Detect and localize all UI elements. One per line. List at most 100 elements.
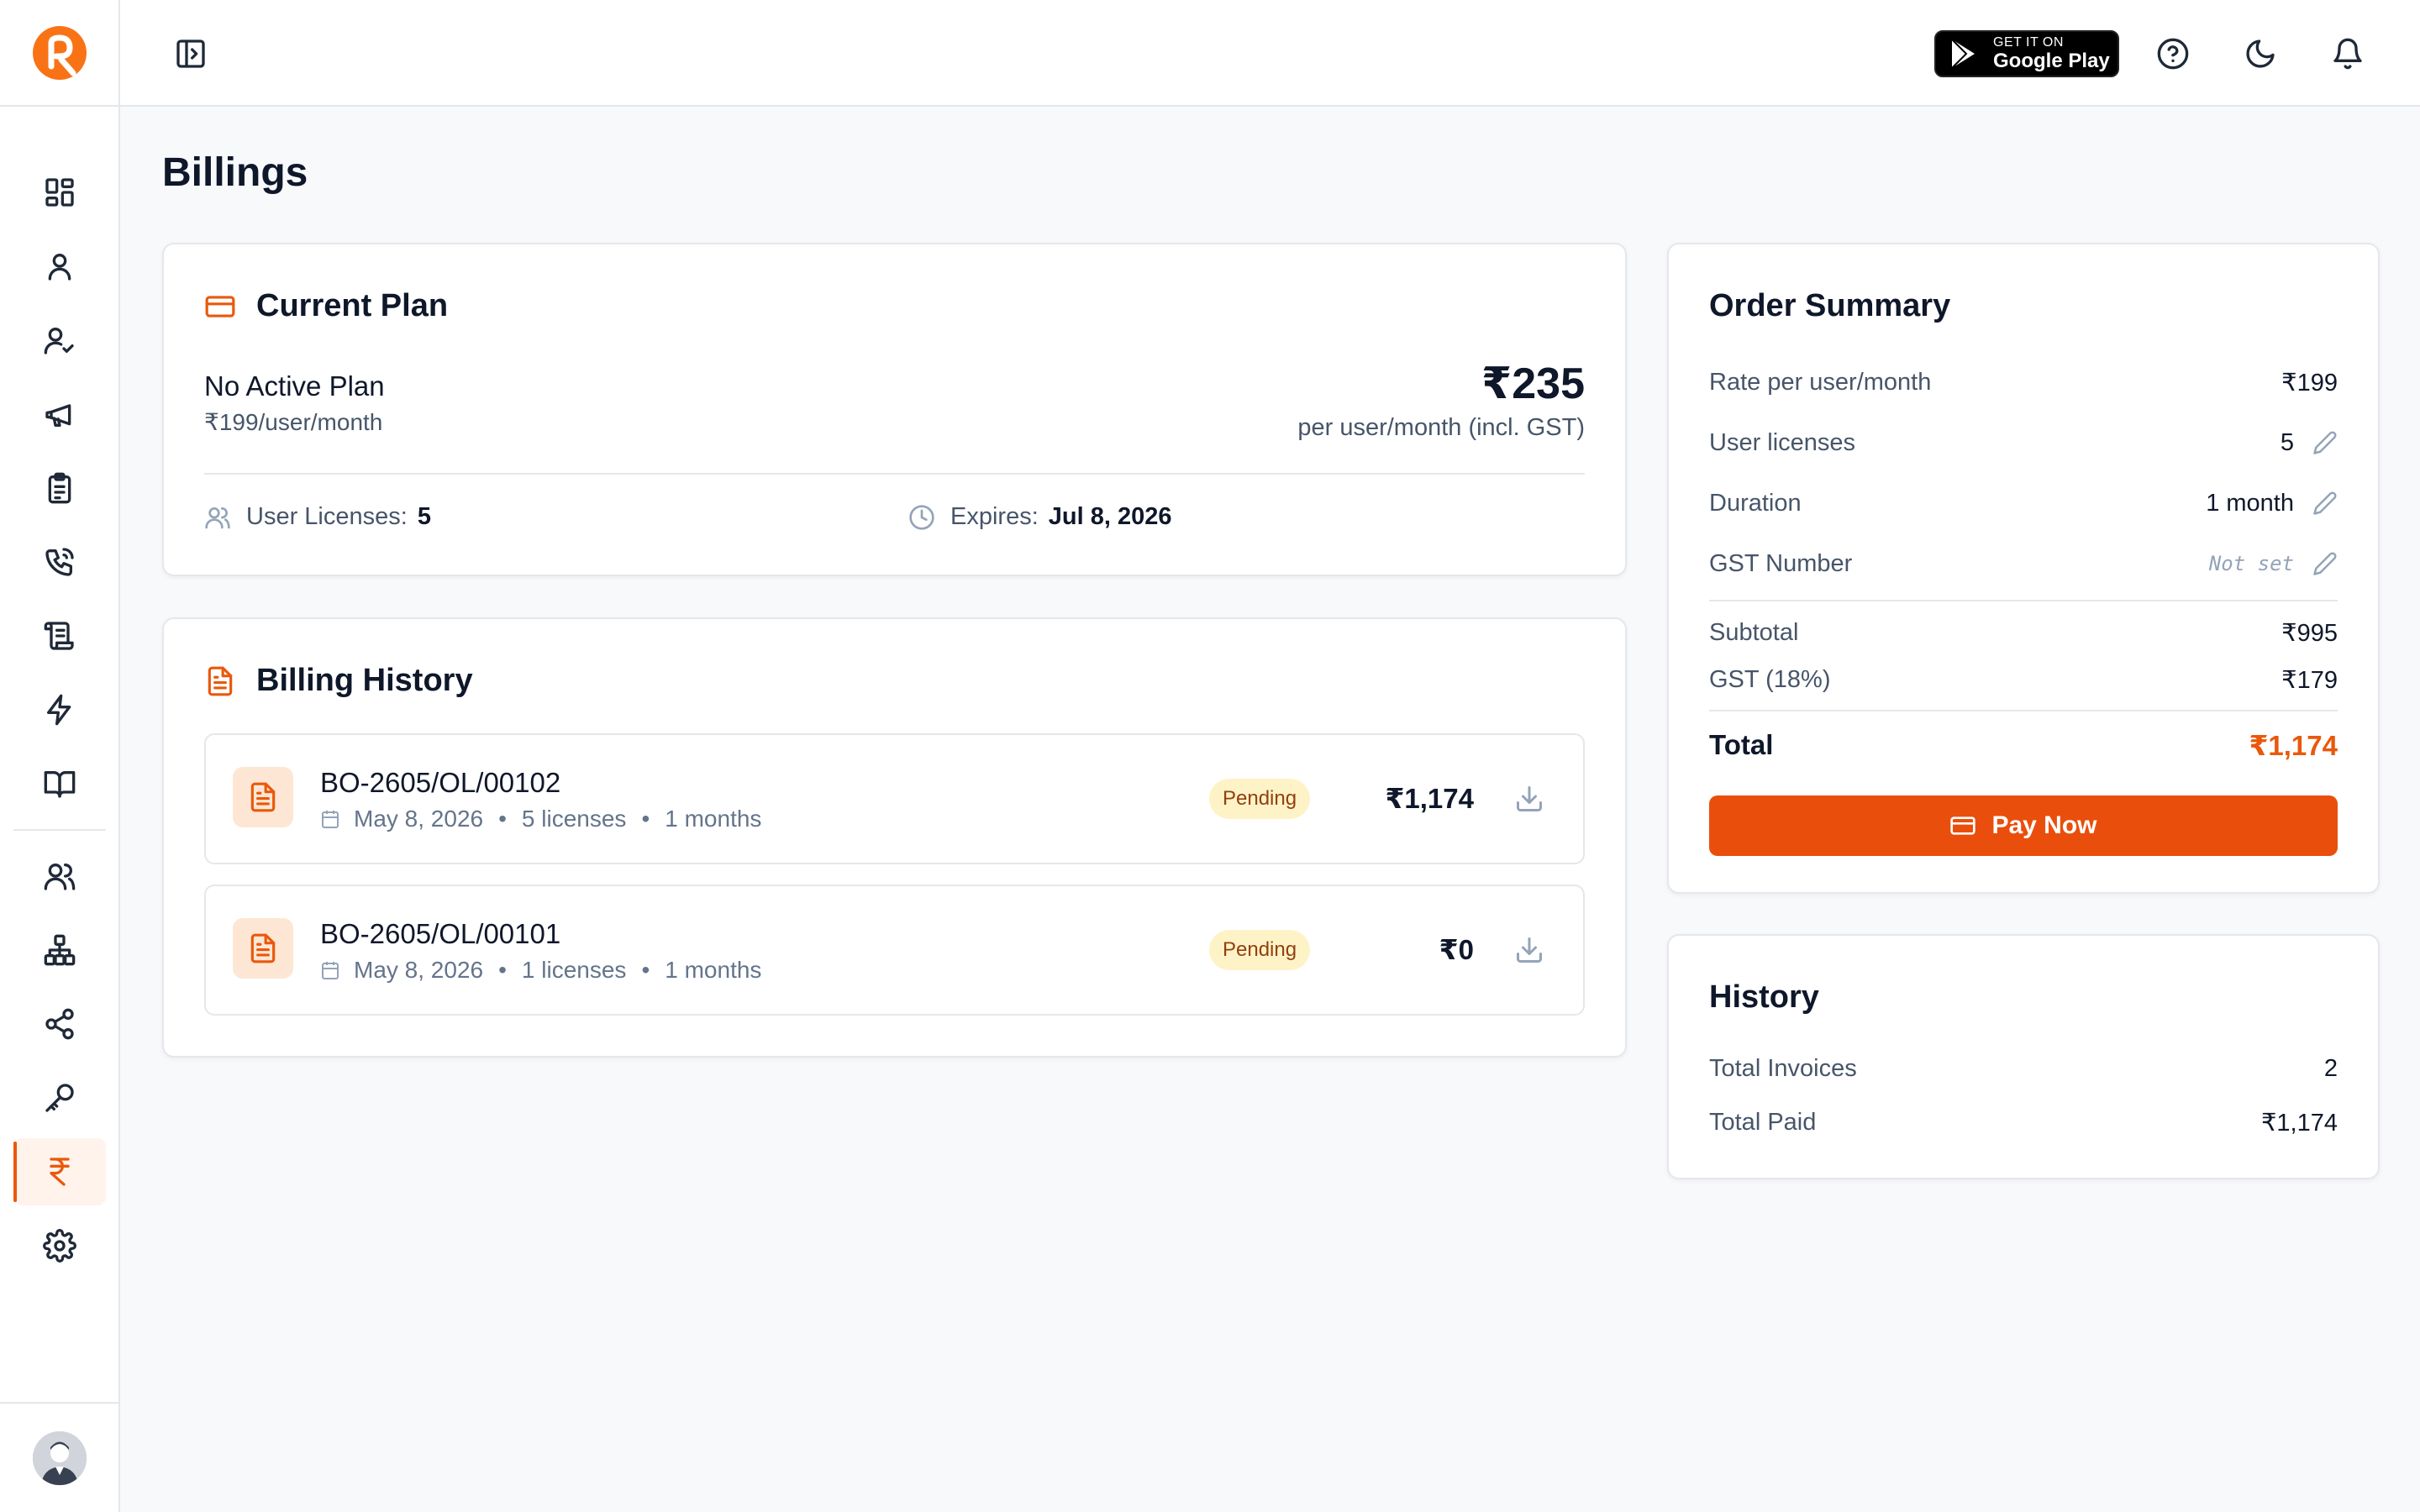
plan-price-note: per user/month (incl. GST) (1297, 414, 1585, 441)
sidebar-item-announcements[interactable] (13, 381, 106, 448)
invoice-icon-box (233, 767, 293, 827)
plan-divider (204, 473, 1585, 475)
billing-history-card: Billing History BO-2605/OL/00102 May 8, … (162, 617, 1627, 1058)
phone-call-icon (45, 548, 74, 576)
invoice-id: BO-2605/OL/00102 (320, 767, 561, 798)
invoice-licenses: 1 licenses (521, 957, 627, 983)
invoice-amount: ₹1,174 (1385, 783, 1474, 814)
total-paid-label: Total Paid (1709, 1108, 1817, 1136)
status-badge: Pending (1209, 779, 1311, 819)
plan-licenses-label: User Licenses: (246, 503, 408, 530)
sidebar-item-calls[interactable] (13, 528, 106, 596)
total-invoices-row: Total Invoices 2 (1709, 1050, 2338, 1087)
sidebar-item-guides[interactable] (13, 750, 106, 817)
plan-licenses: User Licenses: 5 (204, 503, 431, 531)
calendar-icon (322, 811, 339, 828)
invoice-row[interactable]: BO-2605/OL/00101 May 8, 2026 • 1 license… (204, 885, 1585, 1016)
plan-name: No Active Plan (204, 370, 385, 402)
edit-duration-icon[interactable] (2312, 491, 2338, 516)
billing-history-header: Billing History (204, 663, 473, 699)
summary-divider (1709, 710, 2338, 711)
credit-card-icon (1950, 816, 1976, 835)
users-icon (205, 507, 230, 528)
rate-value: ₹199 (2281, 369, 2338, 396)
billing-history-title: Billing History (256, 663, 473, 698)
sidebar-footer (0, 1402, 118, 1512)
total-row: Total ₹1,174 (1709, 727, 2338, 764)
sidebar-item-api-keys[interactable] (13, 1064, 106, 1131)
licenses-value: 5 (2280, 428, 2294, 456)
separator-dot: • (498, 806, 507, 832)
sidebar-toggle-button[interactable] (174, 37, 208, 71)
top-bar: GET IT ON Google Play (120, 0, 2420, 107)
plan-expires-label: Expires: (950, 503, 1039, 530)
sidebar-item-dashboard[interactable] (13, 159, 106, 226)
file-text-icon (208, 666, 233, 696)
edit-gst-icon[interactable] (2312, 551, 2338, 576)
current-plan-title: Current Plan (256, 288, 449, 323)
download-invoice-button[interactable] (1514, 935, 1544, 965)
invoice-date: May 8, 2026 (354, 806, 484, 832)
sidebar-item-settings[interactable] (13, 1212, 106, 1279)
sidebar-item-team[interactable] (13, 843, 106, 910)
sidebar-item-profile[interactable] (13, 233, 106, 300)
moon-icon (2246, 39, 2275, 68)
pay-now-label: Pay Now (1991, 811, 2097, 839)
sidebar-item-tasks[interactable] (13, 454, 106, 522)
sidebar-item-automations[interactable] (13, 676, 106, 743)
download-invoice-button[interactable] (1514, 784, 1544, 814)
duration-row: Duration 1 month (1709, 485, 2338, 522)
invoice-amount: ₹0 (1439, 934, 1474, 965)
users-icon (44, 864, 76, 890)
clock-icon (909, 504, 934, 530)
sidebar-item-integrations[interactable] (13, 990, 106, 1058)
gst-label: GST (18%) (1709, 665, 1831, 693)
help-button[interactable] (2156, 37, 2190, 71)
org-chart-icon (44, 934, 76, 966)
google-play-line1: GET IT ON (1993, 35, 2064, 50)
sidebar-item-attendance[interactable] (13, 307, 106, 374)
help-circle-icon (2157, 38, 2189, 70)
invoice-icon (250, 782, 276, 812)
total-paid-value: ₹1,174 (2260, 1109, 2338, 1137)
scroll-icon (44, 622, 74, 650)
rupee-icon (50, 1158, 70, 1186)
separator-dot: • (641, 806, 650, 832)
gst-number-label: GST Number (1709, 549, 1853, 577)
app-logo-icon[interactable] (31, 24, 88, 81)
google-play-line2: Google Play (1993, 50, 2110, 72)
theme-toggle-button[interactable] (2244, 37, 2277, 71)
subtotal-row: Subtotal ₹995 (1709, 614, 2338, 651)
invoice-duration: 1 months (665, 957, 762, 983)
current-plan-header: Current Plan (204, 288, 448, 324)
pay-now-button[interactable]: Pay Now (1709, 795, 2338, 856)
sidebar-item-billing[interactable] (13, 1138, 106, 1205)
download-icon (1517, 786, 1542, 811)
sidebar-item-scripts[interactable] (13, 602, 106, 669)
gst-number-value: Not set (2208, 552, 2294, 575)
separator-dot: • (641, 957, 650, 983)
sidebar-divider (13, 829, 106, 831)
total-paid-row: Total Paid ₹1,174 (1709, 1104, 2338, 1141)
edit-licenses-icon[interactable] (2312, 430, 2338, 455)
google-play-badge[interactable]: GET IT ON Google Play (1934, 30, 2119, 77)
key-icon (45, 1084, 74, 1112)
notifications-button[interactable] (2331, 37, 2365, 71)
gst-value: ₹179 (2281, 666, 2338, 694)
logo-area (0, 0, 118, 107)
subtotal-label: Subtotal (1709, 618, 1799, 646)
invoice-icon-box (233, 918, 293, 979)
invoice-date: May 8, 2026 (354, 957, 484, 983)
invoice-row[interactable]: BO-2605/OL/00102 May 8, 2026 • 5 license… (204, 733, 1585, 864)
sidebar-item-hierarchy[interactable] (13, 916, 106, 984)
user-check-icon (44, 328, 74, 354)
megaphone-icon (45, 404, 71, 427)
avatar[interactable] (32, 1431, 87, 1485)
sidebar-nav (0, 107, 118, 1279)
sidebar (0, 0, 120, 1512)
rate-label: Rate per user/month (1709, 368, 1932, 396)
gst-row: GST (18%) ₹179 (1709, 661, 2338, 698)
subtotal-value: ₹995 (2281, 619, 2338, 647)
invoice-id: BO-2605/OL/00101 (320, 918, 561, 949)
invoice-meta: May 8, 2026 • 1 licenses • 1 months (320, 957, 761, 984)
